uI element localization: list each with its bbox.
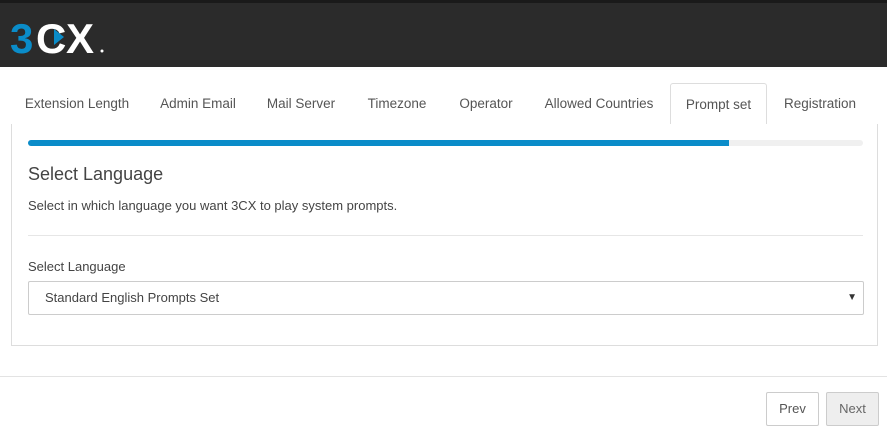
prompt-set-panel: Select Language Select in which language… bbox=[11, 124, 878, 346]
3cx-logo: 3 C X bbox=[10, 17, 106, 57]
wizard-progress-fill bbox=[28, 140, 730, 146]
footer-divider bbox=[0, 376, 887, 377]
svg-text:X: X bbox=[66, 17, 94, 57]
tab-extension-length[interactable]: Extension Length bbox=[11, 83, 143, 125]
tab-registration[interactable]: Registration bbox=[774, 83, 866, 125]
wizard-tabs: Extension Length Admin Email Mail Server… bbox=[11, 83, 877, 125]
section-description: Select in which language you want 3CX to… bbox=[28, 198, 398, 213]
tab-admin-email[interactable]: Admin Email bbox=[149, 83, 247, 125]
tab-mail-server[interactable]: Mail Server bbox=[255, 83, 347, 125]
app-header: 3 C X bbox=[0, 0, 887, 67]
next-button[interactable]: Next bbox=[826, 392, 879, 426]
section-title: Select Language bbox=[28, 164, 164, 184]
language-field-label: Select Language bbox=[28, 259, 126, 274]
tab-prompt-set[interactable]: Prompt set bbox=[670, 83, 767, 125]
caret-down-icon: ▼ bbox=[847, 292, 857, 303]
language-select[interactable]: Standard English Prompts Set ▼ bbox=[28, 281, 864, 315]
tab-timezone[interactable]: Timezone bbox=[355, 83, 439, 125]
tab-operator[interactable]: Operator bbox=[447, 83, 525, 125]
wizard-progress-bar bbox=[28, 140, 863, 146]
svg-text:3: 3 bbox=[10, 17, 33, 57]
section-divider bbox=[28, 235, 863, 236]
tab-allowed-countries[interactable]: Allowed Countries bbox=[533, 83, 665, 125]
prev-button[interactable]: Prev bbox=[766, 392, 819, 426]
language-select-value: Standard English Prompts Set bbox=[45, 290, 220, 305]
